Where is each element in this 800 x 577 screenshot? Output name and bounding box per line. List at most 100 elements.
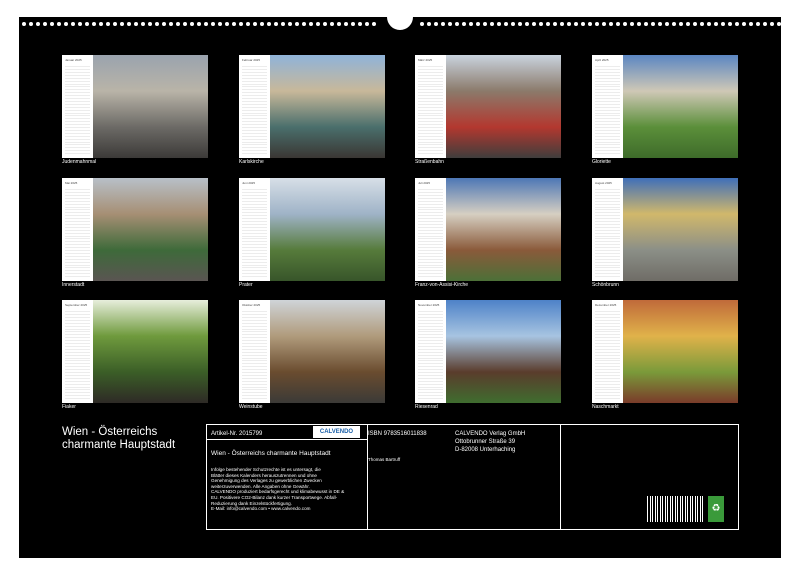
binding-dot [260,22,264,26]
binding-dot [630,22,634,26]
binding-dot [232,22,236,26]
binding-dot [490,22,494,26]
binding-dot [721,22,725,26]
month-page: November 2025 [415,300,561,403]
binding-dot [85,22,89,26]
binding-dot [246,22,250,26]
binding-dot [511,22,515,26]
binding-dot [351,22,355,26]
binding-dot [595,22,599,26]
binding-dot [309,22,313,26]
binding-dot [50,22,54,26]
binding-dot [602,22,606,26]
day-lines [418,64,443,154]
month-name: Februar 2025 [242,58,261,62]
binding-dot [71,22,75,26]
binding-dot [651,22,655,26]
month-page: Mai 2025 [62,178,208,281]
day-lines [242,64,267,154]
month-photo [446,300,561,403]
binding-dot [777,22,781,26]
title-line-2: charmante Hauptstadt [62,439,176,451]
calendar-grid: September 2025 [62,300,92,403]
legal-line: Blätter dieses Kalenders herauszutrennen… [211,472,317,478]
month-thumbnail: August 2025 Schönbrunn [592,178,738,288]
month-page: März 2025 [415,55,561,158]
legal-line: E-Mail: info@calvendo.com • www.calvendo… [211,506,311,512]
binding-dot [448,22,452,26]
month-caption: Fiaker [62,404,76,410]
month-caption: Gloriette [592,159,611,165]
binding-dot [784,22,788,26]
month-thumbnail: Februar 2025 Karlskirche [239,55,385,165]
month-thumbnail: Mai 2025 Innerstadt [62,178,208,288]
month-page: Februar 2025 [239,55,385,158]
binding-dot [497,22,501,26]
binding-dot [365,22,369,26]
calvendo-logo: CALVENDO [313,426,360,438]
binding-dot [197,22,201,26]
calendar-grid: Dezember 2025 [592,300,622,403]
calendar-grid: November 2025 [415,300,445,403]
binding-dot [539,22,543,26]
month-name: August 2025 [595,181,612,185]
spiral-binding-right [420,20,795,28]
month-photo [93,55,208,158]
month-caption: Prater [239,282,253,288]
calendar-grid: Oktober 2025 [239,300,269,403]
month-page: April 2025 [592,55,738,158]
binding-dot [323,22,327,26]
binding-dot [204,22,208,26]
title-line-1: Wien - Österreichs [62,426,158,438]
binding-dot [162,22,166,26]
binding-dot [609,22,613,26]
calendar-title: Wien - Österreichs charmante Hauptstadt [62,426,175,452]
binding-dot [714,22,718,26]
binding-dot [756,22,760,26]
binding-dot [253,22,257,26]
binding-dot [553,22,557,26]
calendar-grid: Juni 2025 [239,178,269,281]
binding-dot [92,22,96,26]
calendar-grid: April 2025 [592,55,622,158]
binding-dot [518,22,522,26]
binding-dot [574,22,578,26]
month-page: September 2025 [62,300,208,403]
legal-line: CALVENDO produziert bedarfsgerecht und k… [211,489,345,495]
binding-dot [316,22,320,26]
binding-dot [644,22,648,26]
binding-dot [358,22,362,26]
month-photo [270,178,385,281]
legal-line: EU. Positivere CO2-Bilanz dank kurzer Tr… [211,495,338,500]
binding-dot [728,22,732,26]
month-photo [446,178,561,281]
binding-dot [295,22,299,26]
binding-dot [455,22,459,26]
binding-dot [588,22,592,26]
month-page: Oktober 2025 [239,300,385,403]
binding-dot [36,22,40,26]
binding-dot [532,22,536,26]
binding-dot [225,22,229,26]
binding-dot [567,22,571,26]
month-caption: Judenmahnmal [62,159,97,165]
binding-dot [183,22,187,26]
eco-label-icon: ♻ [708,496,724,522]
info-subtitle: Wien - Österreichs charmante Hauptstadt [211,450,331,457]
binding-dot [337,22,341,26]
month-photo [270,300,385,403]
binding-dot [372,22,376,26]
binding-dot [29,22,33,26]
month-thumbnail: September 2025 Fiaker [62,300,208,410]
binding-dot [155,22,159,26]
binding-dot [546,22,550,26]
binding-dot [344,22,348,26]
binding-dot [742,22,746,26]
day-lines [418,309,443,399]
binding-dot [441,22,445,26]
binding-dot [525,22,529,26]
binding-dot [483,22,487,26]
binding-dot [686,22,690,26]
day-lines [595,187,620,277]
month-caption: Franz-von-Assisi-Kirche [415,282,469,288]
